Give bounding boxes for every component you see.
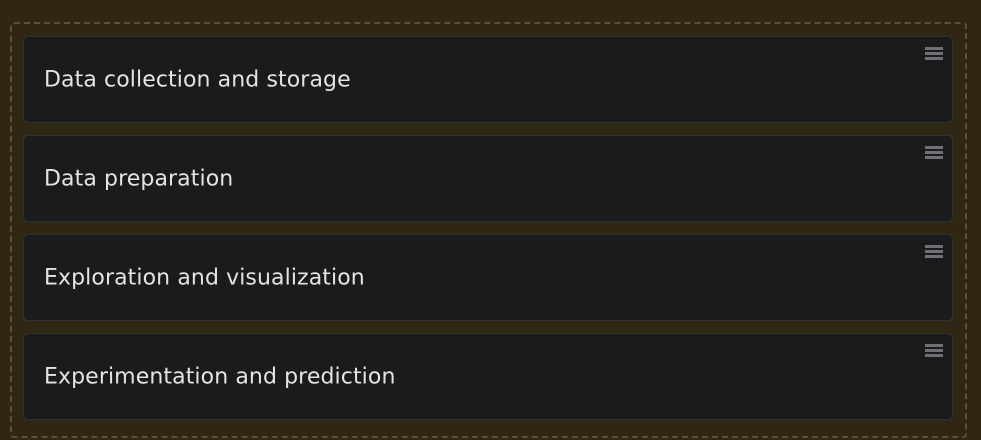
- sortable-card[interactable]: Experimentation and prediction: [23, 333, 953, 420]
- card-label: Exploration and visualization: [44, 265, 365, 290]
- sortable-card[interactable]: Data collection and storage: [23, 36, 953, 123]
- drag-handle-icon[interactable]: [925, 245, 943, 259]
- sortable-card[interactable]: Data preparation: [23, 135, 953, 222]
- card-label: Data collection and storage: [44, 67, 351, 92]
- drag-handle-icon[interactable]: [925, 344, 943, 358]
- sortable-card[interactable]: Exploration and visualization: [23, 234, 953, 321]
- card-label: Data preparation: [44, 166, 234, 191]
- drag-handle-icon[interactable]: [925, 47, 943, 61]
- sortable-list: Data collection and storage Data prepara…: [23, 36, 953, 432]
- drag-handle-icon[interactable]: [925, 146, 943, 160]
- card-label: Experimentation and prediction: [44, 364, 396, 389]
